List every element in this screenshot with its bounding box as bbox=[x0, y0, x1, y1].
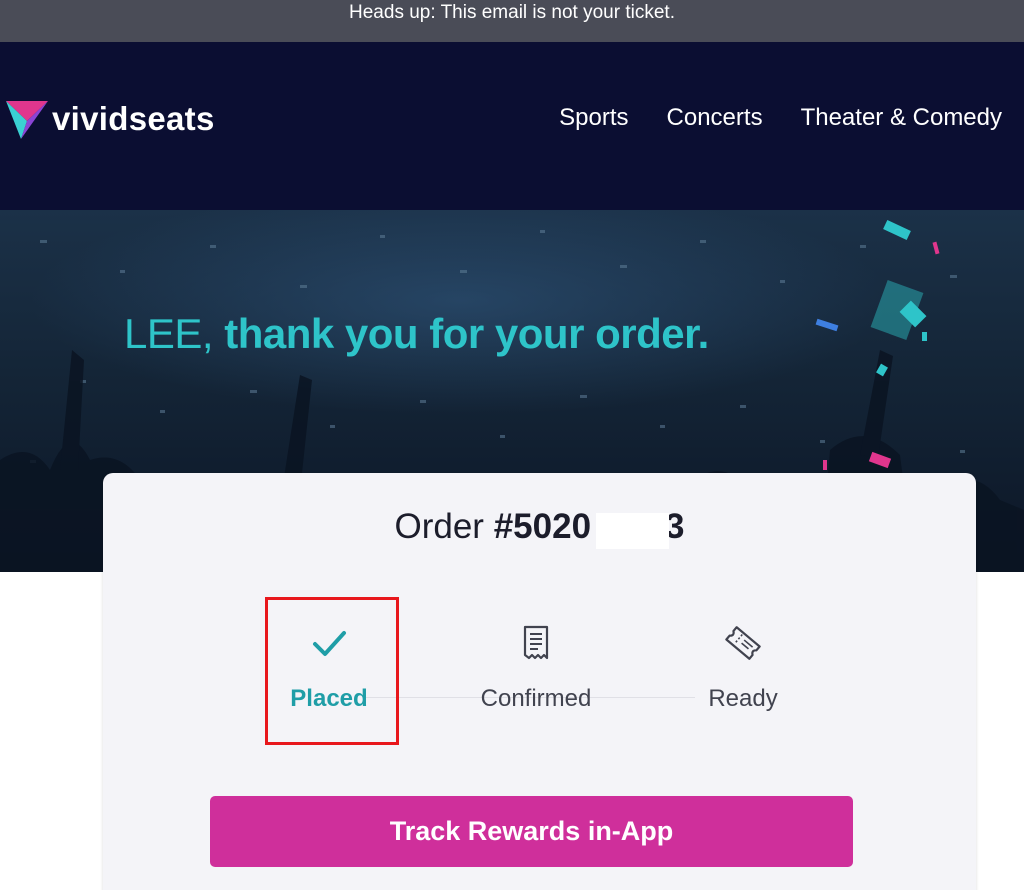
logo-text: vividseats bbox=[52, 100, 215, 137]
highlight-annotation-box bbox=[265, 597, 399, 745]
nav-sports[interactable]: Sports bbox=[559, 104, 628, 132]
vividseats-logo[interactable]: vividseats bbox=[4, 97, 215, 141]
customer-name: LEE, bbox=[124, 310, 214, 357]
order-number: #5020 bbox=[493, 507, 592, 546]
thank-you-heading: LEE, thank you for your order. bbox=[124, 310, 709, 358]
receipt-icon bbox=[523, 625, 549, 660]
heads-up-banner: Heads up: This email is not your ticket. bbox=[0, 0, 1024, 42]
order-label: Order bbox=[394, 507, 494, 546]
vividseats-logo-mark-icon bbox=[6, 101, 48, 139]
step-confirmed: Confirmed bbox=[456, 623, 616, 713]
track-rewards-button[interactable]: Track Rewards in-App bbox=[210, 796, 853, 867]
step-ready-label: Ready bbox=[708, 685, 778, 712]
heads-up-text: Heads up: This email is not your ticket. bbox=[349, 2, 675, 23]
main-nav: Sports Concerts Theater & Comedy bbox=[559, 104, 1002, 132]
nav-theater-comedy[interactable]: Theater & Comedy bbox=[801, 104, 1002, 132]
redaction-box bbox=[596, 513, 669, 549]
site-header: vividseats Sports Concerts Theater & Com… bbox=[0, 42, 1024, 210]
step-confirmed-label: Confirmed bbox=[480, 685, 592, 712]
email-page: Heads up: This email is not your ticket.… bbox=[0, 0, 1024, 890]
order-title: Order #5020 3 bbox=[103, 507, 976, 547]
order-card: Order #5020 3 Placed Confirmed Ready Tra… bbox=[103, 473, 976, 890]
thank-you-message: thank you for your order. bbox=[213, 310, 709, 357]
ticket-icon bbox=[725, 626, 761, 660]
nav-concerts[interactable]: Concerts bbox=[667, 104, 763, 132]
step-ready: Ready bbox=[663, 623, 823, 713]
